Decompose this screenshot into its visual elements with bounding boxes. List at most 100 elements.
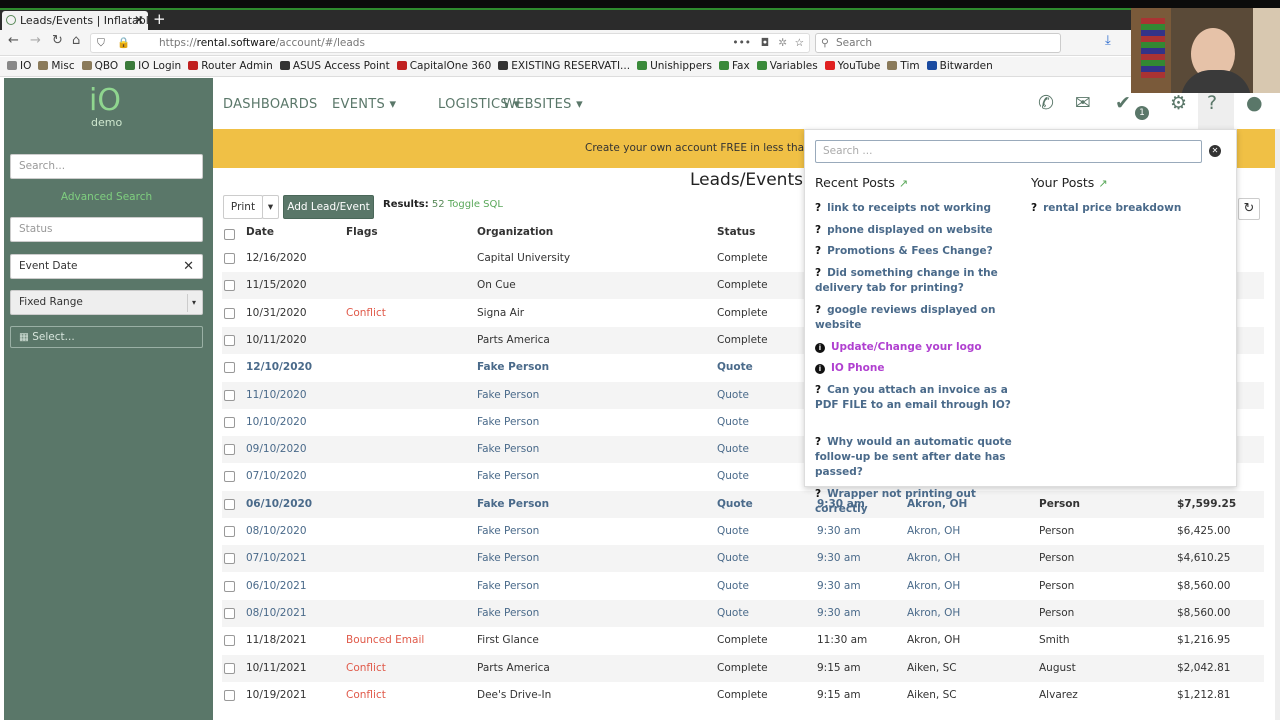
cell-org[interactable]: Fake Person xyxy=(477,545,539,572)
cell-org[interactable]: On Cue xyxy=(477,272,516,299)
bookmark-item[interactable]: Fax xyxy=(718,57,750,75)
help-post-link[interactable]: ? phone displayed on website xyxy=(815,223,1015,238)
cell-org[interactable]: Parts America xyxy=(477,655,550,682)
table-row[interactable]: 08/10/2020 Fake Person Quote 9:30 am Akron, … xyxy=(222,518,1264,545)
row-checkbox[interactable] xyxy=(224,471,235,483)
row-checkbox[interactable] xyxy=(224,498,235,510)
cell-date[interactable]: 10/11/2021 xyxy=(246,655,307,682)
bookmark-item[interactable]: CapitalOne 360 xyxy=(396,57,491,75)
row-checkbox[interactable] xyxy=(224,635,235,647)
help-post-link[interactable]: ? Can you attach an invoice as a PDF FILE… xyxy=(815,383,1015,413)
bookmark-item[interactable]: Misc xyxy=(38,57,75,75)
phone-icon[interactable]: ✆ xyxy=(1038,92,1054,114)
print-button[interactable]: Print xyxy=(223,195,263,219)
event-date-filter[interactable]: Event Date ✕ xyxy=(10,254,203,279)
bookmark-item[interactable]: Tim xyxy=(887,57,920,75)
col-status[interactable]: Status xyxy=(717,226,755,238)
bookmark-item[interactable]: QBO xyxy=(81,57,118,75)
cell-org[interactable]: Fake Person xyxy=(477,600,539,627)
table-row[interactable]: 10/11/2021 Conflict Parts America Complete 9… xyxy=(222,654,1264,682)
row-checkbox[interactable] xyxy=(224,444,235,456)
table-row[interactable]: 08/10/2021 Fake Person Quote 9:30 am Akron, … xyxy=(222,599,1264,627)
cell-date[interactable]: 11/15/2020 xyxy=(246,272,307,299)
bookmark-item[interactable]: Variables xyxy=(756,57,818,75)
col-organization[interactable]: Organization xyxy=(477,226,553,238)
nav-events[interactable]: EVENTS ▾ xyxy=(332,97,396,112)
cell-org[interactable]: Fake Person xyxy=(477,382,539,409)
print-options-chevron-icon[interactable]: ▾ xyxy=(262,195,279,219)
new-tab-button[interactable]: + xyxy=(153,10,166,28)
help-post-link[interactable]: ? link to receipts not working xyxy=(815,201,1015,216)
cell-org[interactable]: First Glance xyxy=(477,627,539,654)
extension-icon[interactable]: ✲ xyxy=(778,34,787,52)
table-row[interactable]: 10/19/2021 Conflict Dee's Drive-In Complete… xyxy=(222,682,1264,709)
tab-close-icon[interactable]: ✕ xyxy=(134,11,144,30)
help-post-link[interactable]: ? Why would an automatic quote follow-up … xyxy=(815,435,1015,480)
home-icon[interactable]: ⌂ xyxy=(72,33,80,48)
bookmark-item[interactable]: IO Login xyxy=(125,57,181,75)
cell-date[interactable]: 07/10/2021 xyxy=(246,545,307,572)
row-checkbox[interactable] xyxy=(224,607,235,619)
back-icon[interactable]: ← xyxy=(8,33,19,48)
status-filter[interactable]: Status xyxy=(10,217,203,242)
advanced-search-link[interactable]: Advanced Search xyxy=(4,191,209,203)
cell-org[interactable]: Parts America xyxy=(477,327,550,354)
page-actions-icon[interactable]: ••• xyxy=(732,34,751,52)
cell-org[interactable]: Fake Person xyxy=(477,573,539,600)
toggle-sql-link[interactable]: Toggle SQL xyxy=(448,199,503,210)
cell-date[interactable]: 11/10/2020 xyxy=(246,382,307,409)
row-checkbox[interactable] xyxy=(224,416,235,428)
nav-websites[interactable]: WEBSITES ▾ xyxy=(503,97,583,112)
row-checkbox[interactable] xyxy=(224,307,235,319)
sidebar-search-input[interactable]: Search... xyxy=(10,154,203,179)
cell-date[interactable]: 11/18/2021 xyxy=(246,627,307,654)
row-checkbox[interactable] xyxy=(224,662,235,674)
gear-icon[interactable]: ⚙ xyxy=(1170,92,1187,114)
download-icon[interactable]: ⤓ xyxy=(1105,33,1111,48)
cell-org[interactable]: Fake Person xyxy=(477,463,539,490)
row-checkbox[interactable] xyxy=(224,689,235,701)
cell-date[interactable]: 09/10/2020 xyxy=(246,436,307,463)
scrollbar[interactable] xyxy=(1275,129,1280,720)
bookmark-item[interactable]: ASUS Access Point xyxy=(279,57,390,75)
help-post-link[interactable]: i IO Phone xyxy=(815,361,1015,376)
bookmark-item[interactable]: Unishippers xyxy=(637,57,712,75)
table-row[interactable]: 06/10/2021 Fake Person Quote 9:30 am Akron, … xyxy=(222,573,1264,600)
cell-date[interactable]: 10/19/2021 xyxy=(246,682,307,709)
cell-date[interactable]: 10/31/2020 xyxy=(246,300,307,327)
row-checkbox[interactable] xyxy=(224,389,235,401)
chevron-down-icon[interactable]: ▾ xyxy=(187,294,200,312)
date-select[interactable]: ▦ Select... xyxy=(10,326,203,348)
help-post-link[interactable]: i Update/Change your logo xyxy=(815,340,1015,355)
help-post-link[interactable]: ? Wrapper not printing out correctly xyxy=(815,487,1015,517)
row-checkbox[interactable] xyxy=(224,280,235,292)
bookmark-item[interactable]: IO xyxy=(7,57,31,75)
browser-tab[interactable]: Leads/Events | Inflatable ✕ xyxy=(2,11,148,30)
col-date[interactable]: Date xyxy=(246,226,274,238)
cell-date[interactable]: 08/10/2021 xyxy=(246,600,307,627)
col-flags[interactable]: Flags xyxy=(346,226,378,238)
pocket-icon[interactable]: ◘ xyxy=(761,34,769,52)
cell-org[interactable]: Fake Person xyxy=(477,518,539,545)
clear-icon[interactable]: ✕ xyxy=(183,255,194,278)
app-logo[interactable]: iO xyxy=(89,86,121,116)
bookmark-item[interactable]: EXISTING RESERVATI... xyxy=(498,57,630,75)
help-post-link[interactable]: ? rental price breakdown xyxy=(1031,201,1231,216)
row-checkbox[interactable] xyxy=(224,526,235,537)
add-lead-button[interactable]: Add Lead/Event xyxy=(283,195,374,219)
cell-org[interactable]: Fake Person xyxy=(477,436,539,463)
external-link-icon[interactable]: ↗ xyxy=(1098,177,1107,190)
cell-date[interactable]: 06/10/2021 xyxy=(246,573,307,600)
refresh-icon[interactable]: ↻ xyxy=(1238,198,1260,220)
table-row[interactable]: 07/10/2021 Fake Person Quote 9:30 am Akron, … xyxy=(222,545,1264,573)
help-search-input[interactable]: Search ... xyxy=(815,140,1202,163)
help-post-link[interactable]: ? Did something change in the delivery ta… xyxy=(815,266,1015,296)
table-row[interactable]: 11/18/2021 Bounced Email First Glance Compl… xyxy=(222,627,1264,654)
browser-search-input[interactable]: ⚲ Search xyxy=(815,33,1061,53)
row-checkbox[interactable] xyxy=(224,362,235,374)
cell-date[interactable]: 12/16/2020 xyxy=(246,245,307,272)
url-bar[interactable]: ⛉ 🔒 https://rental.software/account/#/le… xyxy=(90,33,810,53)
cell-org[interactable]: Fake Person xyxy=(477,409,539,436)
cell-date[interactable]: 06/10/2020 xyxy=(246,491,312,518)
nav-dashboards[interactable]: DASHBOARDS xyxy=(223,97,318,112)
